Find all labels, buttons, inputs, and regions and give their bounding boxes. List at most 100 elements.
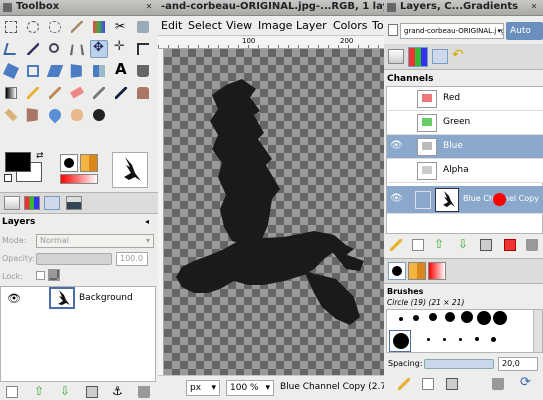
- window-menu-icon[interactable]: [387, 3, 396, 12]
- opacity-input[interactable]: 100.0: [116, 252, 148, 266]
- scale-tool[interactable]: [24, 62, 42, 80]
- move-tool[interactable]: ✥: [90, 40, 108, 58]
- airbrush-tool[interactable]: [90, 84, 108, 102]
- duplicate-layer-icon[interactable]: [86, 386, 98, 398]
- channel-row-green[interactable]: Green: [387, 111, 543, 135]
- ink-tool[interactable]: [112, 84, 130, 102]
- edit-channel-icon[interactable]: [390, 239, 402, 251]
- brush-8[interactable]: [393, 333, 409, 349]
- mode-select[interactable]: Normal ▾: [36, 234, 154, 248]
- image-canvas[interactable]: [164, 49, 384, 375]
- tab-brushes-icon[interactable]: [388, 262, 406, 280]
- paintbrush-tool[interactable]: [46, 84, 64, 102]
- foreground-color-swatch[interactable]: [5, 152, 31, 172]
- new-channel-icon[interactable]: [412, 239, 424, 251]
- bucket-fill-tool[interactable]: [134, 62, 152, 80]
- delete-layer-icon[interactable]: [138, 386, 150, 398]
- tab-undo-icon[interactable]: ↶: [452, 47, 464, 63]
- rotate-tool[interactable]: [2, 62, 20, 80]
- perspective-clone-tool[interactable]: [24, 106, 42, 124]
- edit-brush-icon[interactable]: [398, 378, 410, 390]
- fuzzy-select-tool[interactable]: [68, 18, 86, 36]
- align-tool[interactable]: ✛: [112, 40, 130, 58]
- active-image-preview[interactable]: [112, 152, 148, 188]
- raise-layer-icon[interactable]: ⇧: [34, 385, 46, 397]
- heal-tool[interactable]: [2, 106, 20, 124]
- opacity-slider[interactable]: [36, 253, 112, 265]
- zoom-tool[interactable]: [46, 40, 64, 58]
- tab-gradients-icon[interactable]: [428, 262, 446, 280]
- channel-row-blue-copy[interactable]: 👁 Blue Channel Copy: [387, 186, 543, 214]
- eraser-tool[interactable]: [68, 84, 86, 102]
- menu-image[interactable]: Image: [258, 18, 292, 34]
- spacing-slider[interactable]: [424, 359, 494, 369]
- brush-3[interactable]: [429, 313, 437, 321]
- menu-colors[interactable]: Colors: [333, 18, 367, 34]
- channel-row-blue[interactable]: 👁 Blue: [387, 135, 543, 159]
- brushes-grid[interactable]: [386, 309, 543, 353]
- tab-layers-icon[interactable]: [4, 196, 20, 210]
- zoom-select[interactable]: 100 % ▾: [226, 380, 274, 396]
- foreground-select-tool[interactable]: [134, 18, 152, 36]
- duplicate-channel-icon[interactable]: [480, 239, 492, 251]
- brush-12[interactable]: [475, 337, 479, 341]
- default-colors-icon[interactable]: [4, 174, 12, 182]
- brush-2[interactable]: [413, 315, 419, 321]
- image-window-titlebar[interactable]: -and-corbeau-ORIGINAL.jpg-...RGB, 1 laye…: [158, 0, 384, 16]
- perspective-tool[interactable]: [68, 62, 86, 80]
- brush-10[interactable]: [443, 338, 446, 341]
- close-icon[interactable]: ✕: [529, 2, 539, 12]
- brushes-scrollbar[interactable]: [533, 310, 542, 352]
- close-icon[interactable]: ✕: [144, 2, 154, 12]
- brush-11[interactable]: [459, 338, 462, 341]
- paths-tool[interactable]: [2, 40, 20, 58]
- clone-tool[interactable]: [134, 84, 152, 102]
- menu-select[interactable]: Select: [188, 18, 222, 34]
- delete-brush-icon[interactable]: [492, 378, 504, 390]
- crop-tool[interactable]: [134, 40, 152, 58]
- lock-alpha-icon[interactable]: [48, 269, 60, 281]
- blend-tool[interactable]: [2, 84, 20, 102]
- menu-view[interactable]: View: [226, 18, 252, 34]
- auto-button[interactable]: Auto: [506, 22, 543, 40]
- brush-1[interactable]: [399, 317, 403, 321]
- chain-toggle[interactable]: [415, 191, 431, 209]
- brush-4[interactable]: [445, 312, 455, 322]
- delete-channel-icon[interactable]: [526, 239, 538, 251]
- brush-7[interactable]: [493, 311, 507, 325]
- unit-select[interactable]: px ▾: [186, 380, 220, 396]
- active-pattern-indicator[interactable]: [80, 154, 98, 172]
- menu-tools[interactable]: To: [372, 18, 384, 34]
- eye-icon[interactable]: 👁: [390, 194, 404, 204]
- dodge-burn-tool[interactable]: [90, 106, 108, 124]
- tab-layers-icon[interactable]: [388, 49, 404, 64]
- select-by-color-tool[interactable]: [90, 18, 108, 36]
- brush-9[interactable]: [427, 338, 430, 341]
- tab-histogram-icon[interactable]: [66, 196, 82, 210]
- tab-patterns-icon[interactable]: [408, 262, 426, 280]
- text-tool[interactable]: A: [112, 62, 130, 80]
- brush-5[interactable]: [461, 311, 473, 323]
- smudge-tool[interactable]: [68, 106, 86, 124]
- duplicate-brush-icon[interactable]: [446, 378, 458, 390]
- lock-pixels-checkbox[interactable]: [36, 271, 45, 280]
- color-picker-tool[interactable]: [24, 40, 42, 58]
- measure-tool[interactable]: [68, 40, 86, 58]
- ellipse-select-tool[interactable]: [24, 18, 42, 36]
- tab-channels-icon[interactable]: [408, 47, 428, 67]
- active-gradient-indicator[interactable]: [60, 174, 98, 184]
- spacing-input[interactable]: 20,0: [498, 357, 538, 371]
- menu-edit[interactable]: Edit: [161, 18, 182, 34]
- lower-channel-icon[interactable]: ⇩: [458, 238, 470, 250]
- brush-13[interactable]: [491, 337, 496, 342]
- eye-icon[interactable]: 👁: [390, 141, 404, 151]
- blur-tool[interactable]: [46, 106, 64, 124]
- flip-tool[interactable]: [90, 62, 108, 80]
- panel-menu-icon[interactable]: ◂: [145, 217, 149, 226]
- image-select[interactable]: grand-corbeau-ORIGINAL.jpg-24 ▾: [400, 23, 504, 39]
- active-brush-indicator[interactable]: [60, 154, 78, 172]
- window-menu-icon[interactable]: [3, 3, 12, 12]
- menu-layer[interactable]: Layer: [296, 18, 327, 34]
- channel-to-selection-icon[interactable]: [504, 239, 516, 251]
- scissors-tool[interactable]: ✂: [112, 18, 130, 36]
